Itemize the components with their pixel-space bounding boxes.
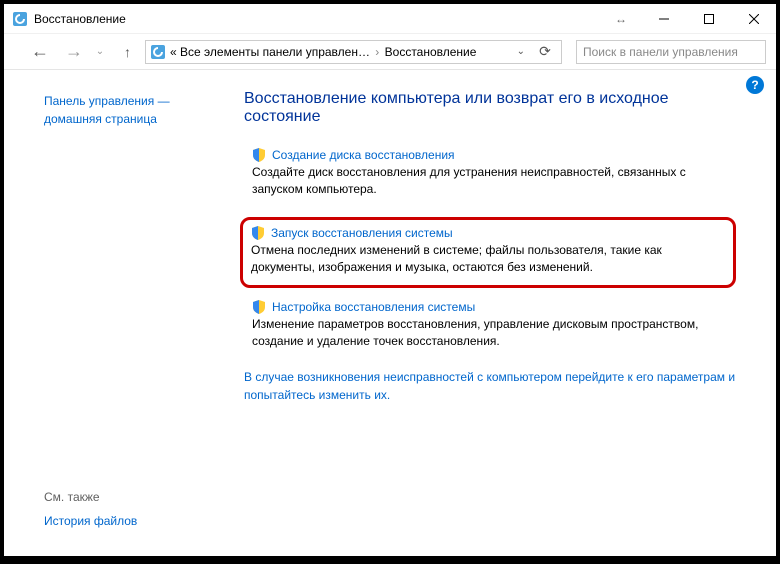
maximize-button[interactable]: [686, 4, 731, 34]
system-restore-link[interactable]: Запуск восстановления системы: [271, 226, 453, 240]
page-title: Восстановление компьютера или возврат ег…: [244, 90, 736, 126]
main-panel: ? Восстановление компьютера или возврат …: [224, 70, 776, 556]
app-icon: [12, 11, 28, 27]
window: Восстановление ↔ ← → ⌄ ↑ « Все элементы …: [4, 4, 776, 556]
close-button[interactable]: [731, 4, 776, 34]
search-input[interactable]: Поиск в панели управления: [576, 40, 766, 64]
resize-indicator-icon: ↔: [601, 12, 641, 26]
see-also-label: См. также: [44, 490, 208, 504]
location-icon: [150, 44, 166, 60]
help-icon[interactable]: ?: [746, 76, 764, 94]
up-button[interactable]: ↑: [124, 44, 131, 60]
window-title: Восстановление: [34, 12, 601, 26]
recovery-option: Настройка восстановления системы Изменен…: [244, 296, 736, 355]
address-dropdown[interactable]: ⌄: [513, 46, 529, 57]
back-button[interactable]: ←: [30, 41, 50, 62]
address-bar[interactable]: « Все элементы панели управлен… › Восста…: [145, 40, 562, 64]
recent-dropdown[interactable]: ⌄: [90, 46, 110, 57]
refresh-button[interactable]: ⟳: [533, 43, 557, 60]
sidebar-home-link[interactable]: Панель управления — домашняя страница: [44, 92, 208, 128]
content-area: Панель управления — домашняя страница См…: [4, 70, 776, 556]
titlebar: Восстановление ↔: [4, 4, 776, 34]
shield-icon: [252, 300, 266, 314]
breadcrumb: « Все элементы панели управлен… › Восста…: [170, 45, 509, 59]
recovery-option: Создание диска восстановления Создайте д…: [244, 144, 736, 203]
minimize-button[interactable]: [641, 4, 686, 34]
navbar: ← → ⌄ ↑ « Все элементы панели управлен… …: [4, 34, 776, 70]
shield-icon: [252, 148, 266, 162]
recovery-option-highlighted: Запуск восстановления системы Отмена пос…: [240, 217, 736, 288]
system-restore-desc: Отмена последних изменений в системе; фа…: [251, 242, 723, 277]
chevron-right-icon: ›: [373, 45, 381, 59]
forward-button[interactable]: →: [64, 41, 84, 62]
configure-restore-desc: Изменение параметров восстановления, упр…: [252, 316, 728, 351]
configure-restore-link[interactable]: Настройка восстановления системы: [272, 300, 475, 314]
create-recovery-drive-desc: Создайте диск восстановления для устране…: [252, 164, 728, 199]
file-history-link[interactable]: История файлов: [44, 514, 208, 528]
sidebar: Панель управления — домашняя страница См…: [4, 70, 224, 556]
create-recovery-drive-link[interactable]: Создание диска восстановления: [272, 148, 455, 162]
settings-link[interactable]: В случае возникновения неисправностей с …: [244, 368, 736, 404]
shield-icon: [251, 226, 265, 240]
